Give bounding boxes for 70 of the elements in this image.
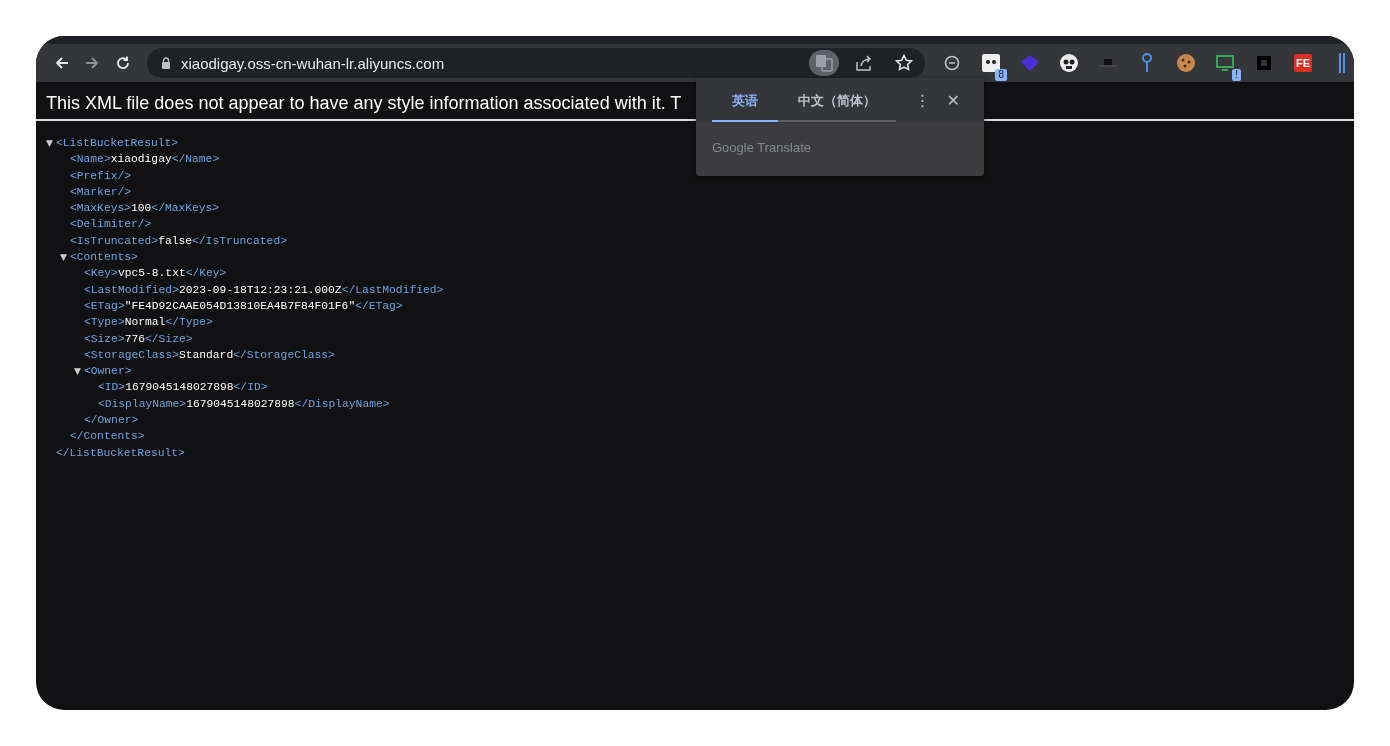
xml-tag: </Contents>	[70, 428, 145, 445]
xml-tag: </StorageClass>	[233, 346, 335, 364]
xml-tag: <Owner>	[84, 363, 132, 380]
xml-tag: <Marker/>	[70, 183, 131, 201]
xml-value: false	[158, 233, 193, 249]
translate-button[interactable]	[809, 50, 839, 76]
reload-icon	[114, 55, 131, 71]
xml-tag: </Key>	[185, 265, 227, 282]
hat-icon	[1098, 57, 1118, 69]
cookie-icon	[1176, 53, 1196, 73]
xml-tag: </ID>	[233, 379, 268, 396]
google-translate-label: Google Translate	[712, 140, 811, 155]
language-tab[interactable]: 中文（简体）	[778, 79, 896, 122]
bars-icon	[1338, 53, 1346, 73]
xml-tag: <MaxKeys>	[70, 200, 131, 217]
xml-tag: </Owner>	[84, 412, 139, 429]
minus-circle-icon	[944, 55, 960, 71]
xml-value: Standard	[178, 347, 234, 363]
xml-tag: <ID>	[98, 379, 126, 396]
xml-tag: </Type>	[165, 314, 213, 331]
xml-tag: <Prefix/>	[70, 167, 131, 184]
url-text: xiaodigay.oss-cn-wuhan-lr.aliyuncs.com	[181, 54, 446, 72]
back-arrow-icon	[54, 55, 71, 71]
square-icon	[1257, 56, 1271, 70]
lock-icon	[161, 57, 171, 69]
collapse-toggle[interactable]: ▼	[46, 138, 56, 149]
forward-arrow-icon	[84, 55, 101, 71]
pin-icon	[1141, 53, 1153, 73]
xml-tag: <Contents>	[70, 249, 138, 266]
xml-tag: <ListBucketResult>	[56, 135, 179, 152]
xml-tag: </ListBucketResult>	[56, 444, 185, 461]
star-icon	[895, 54, 913, 72]
xml-tag: </ETag>	[355, 297, 403, 315]
address-bar[interactable]: xiaodigay.oss-cn-wuhan-lr.aliyuncs.com	[147, 48, 925, 78]
xml-tag: <DisplayName>	[98, 395, 187, 413]
language-tab[interactable]: 英语	[712, 79, 778, 122]
extension-badge: !	[1232, 69, 1241, 81]
xml-tag: <Delimiter/>	[70, 216, 152, 233]
xml-tag: </LastModified>	[341, 281, 444, 298]
xml-tag: <Key>	[84, 265, 118, 282]
monitor-icon	[1215, 54, 1235, 72]
more-menu-button[interactable]: ⋮	[906, 91, 939, 110]
xml-tag: </DisplayName>	[294, 395, 390, 413]
xml-tag: <Type>	[84, 314, 125, 331]
close-button[interactable]: ✕	[938, 91, 968, 110]
xml-tag: <StorageClass>	[84, 346, 179, 364]
xml-value: xiaodigay	[110, 152, 172, 168]
xml-tag: </MaxKeys>	[151, 200, 220, 217]
collapse-toggle[interactable]: ▼	[60, 252, 70, 263]
gem-icon	[1020, 54, 1040, 72]
xml-value: 1679045148027898	[186, 396, 295, 412]
translate-icon	[815, 54, 833, 72]
xml-tag: <LastModified>	[84, 281, 179, 298]
xml-tag: <ETag>	[84, 297, 125, 315]
xml-value: 776	[124, 331, 146, 347]
xml-value: "FE4D92CAAE054D13810EA4B7F84F01F6"	[124, 298, 356, 314]
xml-tag: <Name>	[70, 151, 111, 168]
extension-badge: 8	[995, 69, 1007, 81]
xml-tag: <Size>	[84, 330, 125, 347]
share-icon	[855, 54, 873, 72]
xml-tag: </Size>	[145, 330, 193, 347]
xml-value: 1679045148027898	[125, 380, 234, 396]
xml-value: vpc5-8.txt	[117, 266, 186, 282]
xml-tag: <IsTruncated>	[70, 232, 159, 250]
xml-value: Normal	[124, 315, 166, 331]
xml-tag: </IsTruncated>	[192, 232, 287, 250]
xml-tag: </Name>	[171, 151, 220, 168]
xml-value: 2023-09-18T12:23:21.000Z	[178, 282, 342, 298]
collapse-toggle[interactable]: ▼	[74, 366, 84, 377]
xml-value: 100	[131, 201, 152, 217]
